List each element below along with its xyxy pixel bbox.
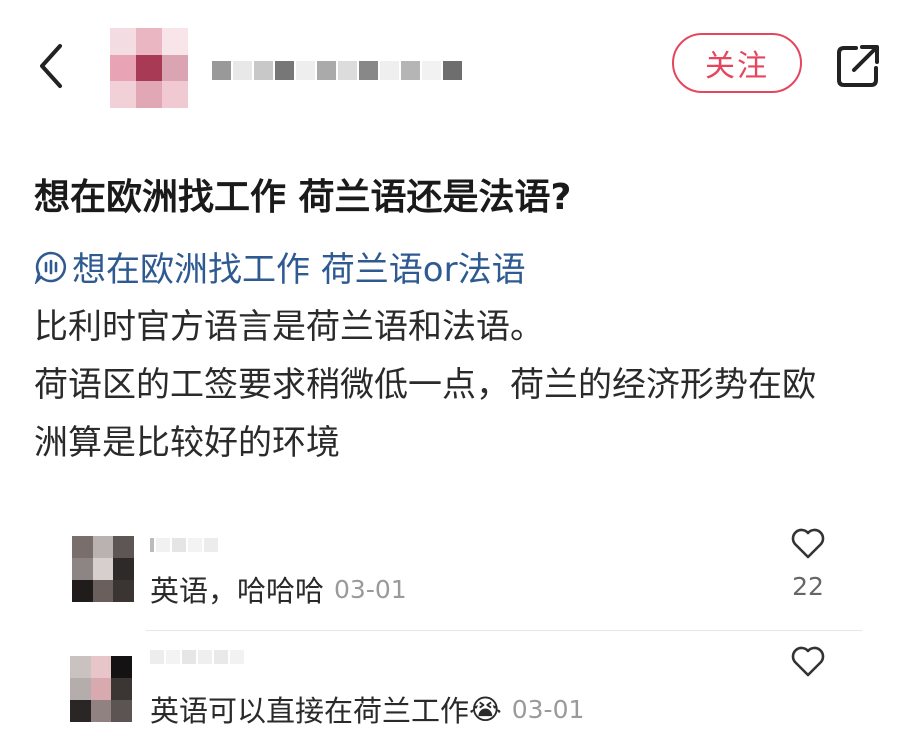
crying-emoji: 😭 [469, 692, 502, 726]
share-button[interactable] [834, 42, 882, 90]
topic-chat-icon [34, 251, 67, 284]
comment-text: 英语，哈哈哈 [150, 574, 325, 608]
top-bar: 关注 [0, 0, 900, 130]
post-body: 比利时官方语言是荷兰语和法语。 荷语区的工签要求稍微低一点，荷兰的经济形势在欧 … [34, 298, 884, 472]
author-name[interactable] [212, 50, 462, 90]
topic-label: 想在欧洲找工作 荷兰语or法语 [72, 250, 526, 290]
body-line: 荷语区的工签要求稍微低一点，荷兰的经济形势在欧 [34, 365, 816, 405]
commenter-avatar[interactable] [70, 656, 132, 722]
topic-tag[interactable]: 想在欧洲找工作 荷兰语or法语 [34, 242, 526, 291]
body-line: 比利时官方语言是荷兰语和法语。 [34, 307, 544, 347]
comment-body: 英语，哈哈哈 03-01 [150, 568, 407, 610]
comment-text: 英语可以直接在荷兰工作 [150, 694, 470, 728]
share-icon [837, 45, 879, 87]
commenter-avatar[interactable] [72, 536, 134, 602]
chevron-left-icon [40, 44, 62, 88]
like-count: 22 [792, 572, 824, 601]
commenter-name[interactable] [150, 650, 244, 670]
heart-icon[interactable] [790, 644, 826, 678]
heart-icon[interactable] [790, 526, 826, 560]
comment-body: 英语可以直接在荷兰工作 😭 03-01 [150, 688, 584, 730]
body-line: 洲算是比较好的环境 [34, 423, 340, 463]
comment-date: 03-01 [334, 574, 407, 604]
commenter-name[interactable] [150, 538, 218, 558]
back-button[interactable] [30, 40, 74, 92]
follow-button[interactable]: 关注 [672, 33, 802, 93]
comment-divider [146, 630, 862, 631]
author-avatar[interactable] [110, 28, 188, 108]
post-title: 想在欧洲找工作 荷兰语还是法语? [34, 177, 572, 218]
comment-date: 03-01 [511, 694, 585, 724]
